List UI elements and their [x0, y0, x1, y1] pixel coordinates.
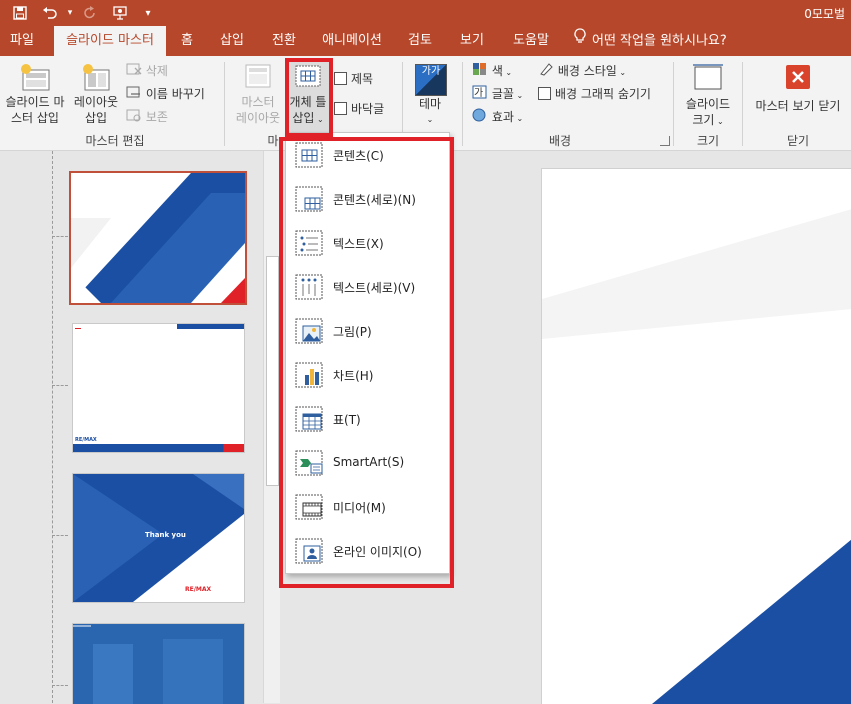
tab-home[interactable]: 홈	[172, 26, 202, 56]
layout-icon	[70, 62, 122, 94]
undo-dropdown-icon[interactable]: ▾	[60, 3, 80, 23]
title-bar: ▾ ▾ 0모모벌	[0, 0, 851, 26]
font-icon: 가	[472, 85, 488, 104]
slide-size-button[interactable]: 슬라이드 크기 ⌄	[680, 62, 736, 130]
slide-thumbnail-layout-3[interactable]	[72, 623, 245, 704]
delete-button[interactable]: 삭제	[126, 62, 168, 80]
slide-thumbnail-master[interactable]	[69, 171, 247, 305]
slide-thumbnail-layout-2[interactable]: Thank you RE/MAX	[72, 473, 245, 603]
tab-transitions[interactable]: 전환	[266, 26, 302, 56]
pane-guide-tick	[52, 685, 68, 686]
group-label-close: 닫기	[786, 134, 810, 148]
tell-me-text: 어떤 작업을 원하시나요?	[592, 33, 727, 49]
hide-background-checkbox[interactable]: 배경 그래픽 숨기기	[538, 85, 651, 103]
rename-icon	[126, 85, 142, 104]
main-slide-canvas[interactable]	[541, 168, 851, 704]
group-label-background: 배경	[548, 134, 572, 148]
checkbox-icon	[334, 102, 347, 115]
insert-slide-master-button[interactable]: 슬라이드 마 스터 삽입	[2, 62, 68, 126]
master-layout-icon	[232, 62, 284, 94]
thumb-brand-text: RE/MAX	[185, 586, 212, 593]
tab-view[interactable]: 보기	[454, 26, 490, 56]
ribbon-tabs: 파일 슬라이드 마스터 홈 삽입 전환 애니메이션 검토 보기 도움말 어떤 작…	[0, 26, 851, 56]
tab-help[interactable]: 도움말	[506, 26, 556, 56]
chevron-down-icon: ⌄	[426, 115, 434, 124]
tab-insert[interactable]: 삽입	[214, 26, 250, 56]
highlight-box-menu	[279, 137, 454, 588]
svg-text:가: 가	[474, 87, 483, 99]
undo-icon[interactable]	[40, 3, 60, 23]
group-separator	[742, 62, 743, 146]
tab-file[interactable]: 파일	[0, 26, 44, 56]
group-separator	[673, 62, 674, 146]
slide-thumbnail-layout-1[interactable]: RE/MAX	[72, 323, 245, 453]
pane-guide-tick	[52, 535, 68, 536]
title-checkbox[interactable]: 제목	[334, 70, 373, 88]
close-icon	[748, 64, 848, 98]
slide-thumbnail-pane: RE/MAX Thank you RE/MAX	[0, 151, 263, 704]
thumb-header-bar	[177, 324, 244, 329]
background-styles-button[interactable]: 배경 스타일 ⌄	[538, 62, 626, 80]
thumb-footer-bar	[73, 444, 244, 452]
present-icon[interactable]	[110, 3, 130, 23]
thumbnail-scrollbar[interactable]	[263, 151, 280, 703]
save-icon[interactable]	[10, 3, 30, 23]
pane-guide-tick	[52, 385, 68, 386]
highlight-box-button	[285, 58, 333, 137]
preserve-button[interactable]: 보존	[126, 108, 168, 126]
theme-icon: 가가	[410, 62, 450, 96]
group-separator	[224, 62, 225, 146]
close-master-view-button[interactable]: 마스터 보기 닫기	[748, 64, 848, 114]
colors-button[interactable]: 색 ⌄	[472, 62, 512, 80]
scrollbar-thumb[interactable]	[266, 256, 279, 486]
footer-checkbox[interactable]: 바닥글	[334, 100, 384, 118]
checkbox-icon	[334, 72, 347, 85]
thumb-red-mark	[75, 328, 81, 329]
customize-icon[interactable]: ▾	[138, 3, 158, 23]
group-separator	[462, 62, 463, 146]
tab-animations[interactable]: 애니메이션	[318, 26, 386, 56]
photo-slide-graphic	[73, 624, 244, 704]
pane-guide-tick	[52, 236, 68, 237]
group-label-size: 크기	[696, 134, 720, 148]
document-title: 0모모벌	[804, 7, 845, 21]
tell-me-box[interactable]: 어떤 작업을 원하시나요?	[574, 26, 727, 56]
preserve-icon	[126, 108, 142, 127]
master-layout-button[interactable]: 마스터 레이아웃	[232, 62, 284, 126]
rename-button[interactable]: 이름 바꾸기	[126, 85, 205, 103]
tab-slide-master[interactable]: 슬라이드 마스터	[54, 26, 166, 56]
dialog-launcher-icon[interactable]	[660, 136, 670, 146]
background-styles-icon	[538, 62, 554, 81]
group-label-master-edit: 마스터 편집	[85, 134, 145, 148]
effects-button[interactable]: 효과 ⌄	[472, 108, 523, 126]
checkbox-icon	[538, 87, 551, 100]
main-slide-graphic	[542, 169, 851, 704]
color-palette-icon	[472, 62, 488, 81]
slide-size-icon	[680, 62, 736, 96]
redo-icon[interactable]	[80, 3, 100, 23]
thumb-brand-text: RE/MAX	[75, 437, 97, 443]
effects-icon	[472, 108, 488, 127]
thumb-thank-you-text: Thank you	[145, 531, 186, 539]
slide-master-icon	[2, 62, 68, 94]
insert-layout-button[interactable]: 레이아웃 삽입	[70, 62, 122, 126]
fonts-button[interactable]: 가 글꼴 ⌄	[472, 85, 523, 103]
tab-review[interactable]: 검토	[402, 26, 438, 56]
pane-guide-line	[52, 151, 54, 703]
group-label-master-layout: 마	[267, 134, 279, 148]
lightbulb-icon	[574, 26, 586, 56]
delete-icon	[126, 62, 142, 81]
themes-button[interactable]: 가가 테마 ⌄	[410, 62, 450, 128]
master-slide-graphic	[71, 173, 245, 303]
